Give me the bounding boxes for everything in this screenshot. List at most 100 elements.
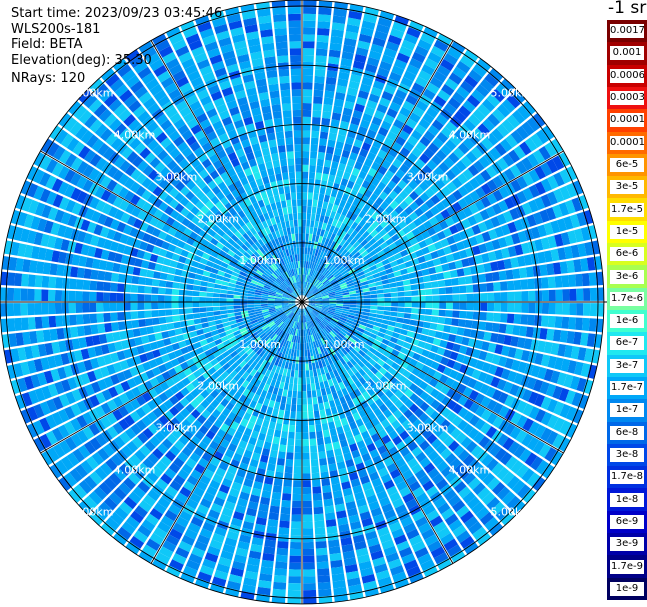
ray-gate bbox=[377, 293, 385, 298]
ray-gate bbox=[69, 278, 77, 290]
ray-gate bbox=[263, 546, 276, 555]
ray-gate bbox=[296, 349, 300, 357]
ray-gate bbox=[369, 290, 378, 295]
ray-gate bbox=[302, 541, 314, 550]
ray-gate bbox=[54, 302, 63, 314]
ray-gate bbox=[296, 418, 302, 426]
ray-gate bbox=[310, 383, 316, 391]
ray-gate bbox=[493, 292, 501, 302]
ray-gate bbox=[302, 137, 310, 145]
ray-gate bbox=[151, 278, 160, 287]
ray-gate bbox=[306, 383, 311, 392]
ray-gate bbox=[172, 315, 180, 322]
ray-gate bbox=[302, 411, 308, 419]
ray-gate bbox=[319, 186, 326, 195]
ray-gate bbox=[171, 308, 180, 316]
ppi-plot: 1.00km 1.00km1.00km1.00km2.00km 2.00km2.00… bbox=[0, 0, 607, 605]
ray-gate bbox=[313, 82, 325, 91]
ray-gate bbox=[313, 499, 323, 508]
ray-gate bbox=[317, 444, 326, 453]
ray-gate bbox=[308, 424, 316, 433]
ray-gate bbox=[417, 314, 425, 321]
ray-gate bbox=[330, 189, 338, 198]
ray-gate bbox=[164, 309, 173, 316]
ray-gate bbox=[151, 294, 159, 302]
ray-gate bbox=[290, 528, 302, 536]
ray-gate bbox=[144, 310, 152, 318]
ray-gate bbox=[270, 498, 281, 507]
ray-gate bbox=[325, 76, 337, 85]
ray-gate bbox=[323, 97, 334, 106]
ray-gate bbox=[171, 288, 180, 296]
ray-gate bbox=[325, 519, 337, 528]
ray-gate bbox=[443, 325, 452, 333]
ray-gate bbox=[199, 286, 208, 292]
ray-gate bbox=[302, 521, 313, 529]
ray-gate bbox=[569, 303, 577, 316]
ray-gate bbox=[206, 307, 214, 312]
ray-gate bbox=[310, 151, 318, 159]
ray-gate bbox=[189, 266, 198, 274]
ray-gate bbox=[264, 539, 276, 548]
ray-gate bbox=[187, 272, 196, 279]
ray-gate bbox=[554, 316, 563, 329]
ray-gate bbox=[303, 13, 316, 21]
ray-gate bbox=[391, 302, 399, 307]
ray-gate bbox=[589, 287, 598, 301]
ray-gate bbox=[505, 269, 514, 280]
ray-gate bbox=[174, 328, 183, 336]
ray-gate bbox=[21, 273, 29, 287]
ray-gate bbox=[388, 320, 396, 327]
ray-gate bbox=[159, 272, 168, 280]
ray-gate bbox=[276, 416, 284, 424]
ray-gate bbox=[331, 161, 339, 170]
ray-gate bbox=[418, 302, 426, 308]
ray-gate bbox=[452, 286, 460, 294]
ray-gate bbox=[267, 519, 279, 528]
ray-gate bbox=[131, 319, 140, 329]
ray-gate bbox=[588, 318, 597, 332]
ray-gate bbox=[317, 27, 330, 36]
ray-gate bbox=[117, 273, 126, 283]
ray-gate bbox=[282, 486, 292, 494]
ray-gate bbox=[302, 391, 307, 399]
ray-gate bbox=[274, 194, 281, 203]
ray-gate bbox=[274, 429, 282, 438]
ray-gate bbox=[444, 278, 453, 287]
ray-gate bbox=[311, 465, 320, 474]
ray-gate bbox=[219, 298, 227, 302]
ray-gate bbox=[583, 303, 591, 316]
ray-gate bbox=[214, 279, 223, 285]
ray-gate bbox=[479, 312, 487, 321]
ray-gate bbox=[312, 103, 323, 111]
ray-gate bbox=[302, 528, 314, 536]
ray-gate bbox=[308, 363, 313, 371]
ray-gate bbox=[330, 119, 340, 128]
ray-gate bbox=[75, 314, 84, 325]
ray-gate bbox=[284, 465, 293, 474]
ray-gate bbox=[491, 322, 500, 333]
ray-gate bbox=[139, 268, 148, 277]
ray-gate bbox=[196, 329, 204, 336]
ray-gate bbox=[356, 302, 364, 305]
ray-gate bbox=[383, 293, 392, 298]
ray-gate bbox=[132, 267, 141, 276]
ray-gate bbox=[302, 96, 312, 104]
ray-gate bbox=[309, 431, 316, 440]
ray-gate bbox=[521, 302, 529, 313]
ray-gate bbox=[445, 294, 453, 302]
ray-gate bbox=[180, 276, 188, 284]
ray-gate bbox=[314, 527, 326, 535]
ray-gate bbox=[302, 178, 308, 186]
ray-gate bbox=[70, 326, 79, 338]
ray-gate bbox=[411, 302, 419, 308]
ray-gate bbox=[527, 314, 535, 326]
ray-gate bbox=[302, 199, 307, 207]
ray-gate bbox=[324, 505, 335, 514]
ray-gate bbox=[401, 323, 410, 330]
ray-gate bbox=[308, 233, 313, 241]
ray-gate bbox=[76, 267, 85, 279]
ray-gate bbox=[317, 568, 330, 577]
ray-gate bbox=[186, 278, 195, 285]
ray-gate bbox=[314, 417, 321, 425]
